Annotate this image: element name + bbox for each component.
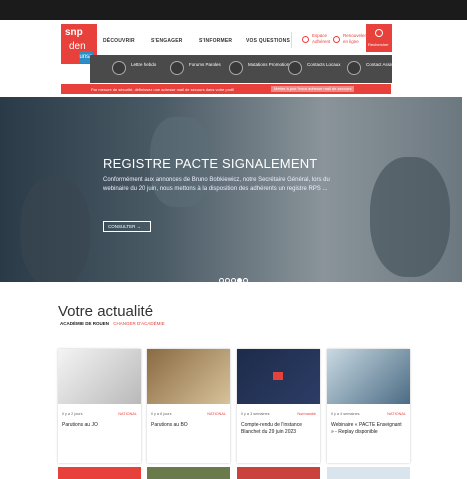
- snpden-mini-logo: [273, 372, 283, 380]
- carousel-dot[interactable]: [243, 278, 248, 282]
- news-card[interactable]: Il y a 2 jours NATIONAL Parutions au JO: [58, 349, 141, 463]
- nav-divider: [291, 32, 292, 48]
- hero-title: REGISTRE PACTE SIGNALEMENT: [103, 156, 318, 171]
- news-card-title: Parutions au BO: [151, 422, 188, 428]
- news-card-image: [237, 349, 320, 404]
- espace-adherent-link[interactable]: Espace Adhérent: [312, 33, 330, 45]
- alert-update-button[interactable]: Mettre à jour l'mon adresse mail de seco…: [271, 86, 355, 92]
- news-card-image: [147, 349, 230, 404]
- renouveler-line2: en ligne: [343, 39, 359, 44]
- subnav-label: Forums Paroles: [189, 62, 221, 67]
- renew-icon: [333, 36, 340, 43]
- renouveler-link[interactable]: Renouveler en ligne: [343, 33, 366, 45]
- academy-label: ACADÉMIE DE ROUEN CHANGER D'ACADÉMIE: [60, 321, 165, 326]
- school-icon: [112, 61, 126, 75]
- news-card[interactable]: Il y a 6 jours NATIONAL Parutions au BO: [147, 349, 230, 463]
- nav-sinformer[interactable]: S'INFORMER: [199, 38, 232, 44]
- hero-background-shape: [20, 177, 90, 282]
- subnav-label: Lettre hebdo: [131, 62, 157, 67]
- search-icon: [375, 29, 383, 37]
- news-card-partial[interactable]: [237, 467, 320, 479]
- news-card-image: [327, 349, 410, 404]
- news-card-tag: NATIONAL: [387, 412, 406, 416]
- news-card-partial[interactable]: [58, 467, 141, 479]
- carousel-dot-active[interactable]: [237, 278, 242, 282]
- chat-icon: [170, 61, 184, 75]
- nav-sengager[interactable]: S'ENGAGER: [151, 38, 183, 44]
- subnav-label: Contacts Locaux: [307, 62, 341, 67]
- search-label: Rechercher: [368, 42, 389, 47]
- user-icon: [302, 36, 309, 43]
- carousel-dot[interactable]: [231, 278, 236, 282]
- news-card[interactable]: Il y a 3 semaines Normandie Compte-rendu…: [237, 349, 320, 463]
- security-alert-banner: Par mesure de sécurité, définissez une a…: [61, 84, 391, 94]
- nav-decouvrir[interactable]: DÉCOUVRIR: [103, 38, 135, 44]
- top-bar: [0, 0, 467, 20]
- news-card-tag: Normandie: [297, 412, 316, 416]
- hero-carousel: REGISTRE PACTE SIGNALEMENT Conformément …: [0, 97, 462, 282]
- news-card-partial[interactable]: [147, 467, 230, 479]
- hero-description: Conformément aux annonces de Bruno Bobki…: [103, 177, 330, 192]
- nav-vos-questions[interactable]: VOS QUESTIONS: [246, 38, 290, 44]
- news-card-title: Webinaire « PACTE Enseignant » - Replay …: [331, 422, 402, 435]
- news-card-image: [58, 349, 141, 404]
- hero-background-shape: [370, 157, 450, 277]
- news-card[interactable]: Il y a 4 semaines NATIONAL Webinaire « P…: [327, 349, 410, 463]
- news-card-partial[interactable]: [327, 467, 410, 479]
- carousel-dot[interactable]: [225, 278, 230, 282]
- location-icon: [288, 61, 302, 75]
- news-card-title: Compte-rendu de l'instance Blanchet du 2…: [241, 422, 302, 435]
- espace-line2: Adhérent: [312, 39, 331, 44]
- carousel-dots: [219, 270, 249, 282]
- change-academy-link[interactable]: CHANGER D'ACADÉMIE: [113, 321, 164, 326]
- news-card-tag: NATIONAL: [118, 412, 137, 416]
- support-icon: [347, 61, 361, 75]
- sub-navigation: Lettre hebdo Forums Paroles Mutations Pr…: [90, 55, 404, 83]
- news-card-title: Parutions au JO: [62, 422, 98, 428]
- subnav-label: Contact Assistance: [366, 62, 405, 67]
- alert-text: Par mesure de sécurité, définissez une a…: [91, 86, 235, 92]
- search-button[interactable]: Rechercher: [366, 24, 392, 52]
- hero-consulter-button[interactable]: CONSULTER →: [103, 221, 151, 232]
- carousel-dot[interactable]: [219, 278, 224, 282]
- news-section-title: Votre actualité: [58, 303, 154, 320]
- academy-name: ACADÉMIE DE ROUEN: [60, 321, 110, 326]
- logo-text-top: snp: [65, 27, 83, 38]
- subnav-label: Mutations Promotions: [248, 62, 292, 67]
- news-card-tag: NATIONAL: [207, 412, 226, 416]
- exchange-icon: [229, 61, 243, 75]
